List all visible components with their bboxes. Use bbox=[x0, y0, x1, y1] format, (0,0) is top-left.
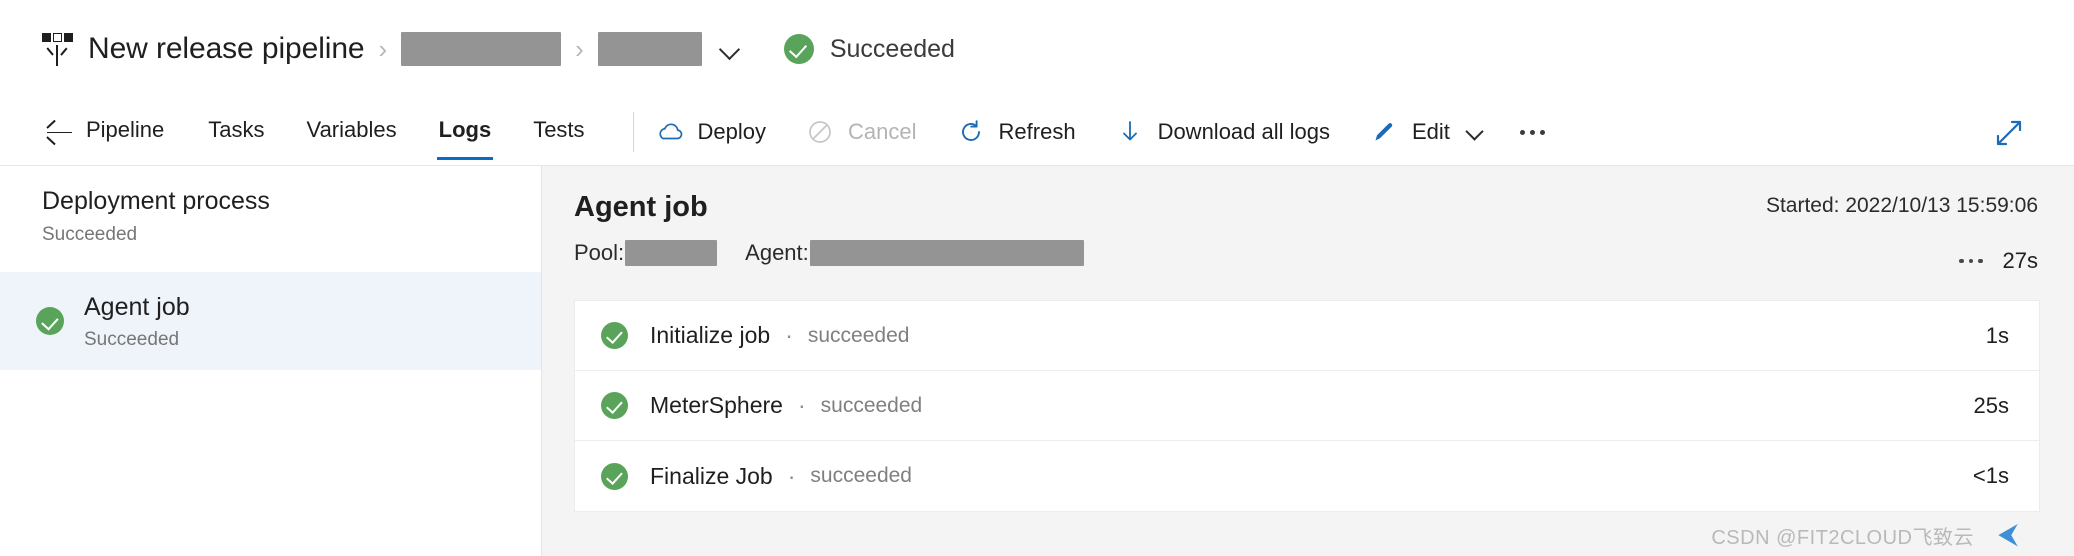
started-timestamp: Started: 2022/10/13 15:59:06 bbox=[1765, 194, 2038, 217]
tab-tasks[interactable]: Tasks bbox=[208, 117, 264, 147]
log-step-status: succeeded bbox=[810, 464, 912, 487]
deployment-process-status: Succeeded bbox=[42, 224, 138, 246]
breadcrumb-redacted-release[interactable] bbox=[401, 32, 562, 66]
log-step-separator: · bbox=[785, 322, 793, 348]
page-title: New release pipeline bbox=[88, 32, 365, 65]
check-circle-icon bbox=[36, 307, 64, 336]
logs-sidebar: Deployment process Succeeded Agent job S… bbox=[0, 166, 542, 556]
toolbar: Pipeline Tasks Variables Logs Tests Depl… bbox=[0, 98, 2074, 166]
deploy-button[interactable]: Deploy bbox=[656, 118, 766, 146]
agent-value-redacted bbox=[809, 239, 1084, 266]
log-step-name: Finalize Job bbox=[650, 462, 773, 489]
job-duration: 27s bbox=[2002, 248, 2038, 273]
tab-variables[interactable]: Variables bbox=[307, 117, 397, 147]
cancel-label: Cancel bbox=[848, 119, 917, 144]
tab-logs[interactable]: Logs bbox=[436, 117, 493, 160]
log-step-duration: 1s bbox=[1985, 322, 2009, 348]
log-step-duration: 25s bbox=[1973, 392, 2009, 418]
pool-label: Pool: bbox=[574, 239, 625, 265]
more-horizontal-icon[interactable] bbox=[1519, 129, 1545, 135]
log-step-duration: <1s bbox=[1972, 463, 2009, 488]
more-horizontal-icon[interactable] bbox=[1959, 258, 1983, 264]
check-circle-icon bbox=[601, 322, 628, 349]
sidebar-item-agent-job[interactable]: Agent job Succeeded bbox=[0, 272, 541, 371]
back-arrow-icon[interactable] bbox=[46, 119, 74, 146]
chevron-down-icon[interactable] bbox=[718, 37, 742, 61]
log-step-status: succeeded bbox=[807, 323, 910, 347]
watermark-text: CSDN @FIT2CLOUD飞致云 bbox=[1711, 527, 1974, 549]
breadcrumb-separator-1: › bbox=[378, 34, 388, 64]
release-pipeline-logs-page: New release pipeline › › Succeeded Pipel… bbox=[0, 0, 2074, 556]
job-meta-row: Pool: Agent: bbox=[574, 239, 2040, 266]
table-row[interactable]: MeterSphere · succeeded 25s bbox=[575, 371, 2039, 441]
agent-label: Agent: bbox=[745, 239, 809, 265]
download-icon bbox=[1122, 121, 1137, 141]
edit-chevron-down-icon[interactable] bbox=[1464, 121, 1486, 143]
refresh-button[interactable]: Refresh bbox=[957, 118, 1076, 146]
cloud-icon bbox=[658, 123, 682, 140]
tab-tests[interactable]: Tests bbox=[533, 117, 584, 147]
check-circle-icon bbox=[601, 392, 628, 419]
header-status: Succeeded bbox=[783, 34, 955, 64]
log-step-list: Initialize job · succeeded 1s MeterSpher… bbox=[574, 300, 2040, 512]
refresh-icon bbox=[961, 120, 980, 141]
breadcrumb-redacted-stage[interactable] bbox=[597, 32, 702, 66]
deploy-label: Deploy bbox=[697, 119, 767, 144]
log-step-name: Initialize job bbox=[650, 322, 771, 348]
sidebar-item-status: Succeeded bbox=[84, 328, 180, 350]
release-pipeline-icon bbox=[40, 29, 74, 69]
download-all-logs-label: Download all logs bbox=[1157, 119, 1330, 144]
deployment-process-title: Deployment process bbox=[42, 187, 270, 215]
job-duration-row: 27s bbox=[1959, 248, 2038, 274]
download-all-logs-button[interactable]: Download all logs bbox=[1116, 118, 1330, 146]
status-badge: Succeeded bbox=[829, 34, 955, 63]
refresh-label: Refresh bbox=[998, 119, 1076, 144]
check-circle-icon bbox=[783, 34, 814, 64]
pool-value-redacted bbox=[625, 239, 718, 266]
page-header: New release pipeline › › Succeeded bbox=[0, 0, 2074, 98]
log-step-separator: · bbox=[797, 392, 806, 418]
cancel-button[interactable]: Cancel bbox=[806, 118, 917, 146]
job-summary-header: Agent job Pool: Agent: Started: 2022/10/… bbox=[574, 191, 2040, 288]
sidebar-item-label: Agent job bbox=[84, 292, 190, 321]
cancel-circle-icon bbox=[809, 121, 831, 143]
table-row[interactable]: Initialize job · succeeded 1s bbox=[575, 301, 2039, 371]
tab-pipeline[interactable]: Pipeline bbox=[86, 117, 164, 147]
edit-label: Edit bbox=[1412, 119, 1450, 144]
expand-diagonal-icon[interactable] bbox=[1992, 116, 2026, 150]
log-step-separator: · bbox=[787, 462, 796, 489]
watermark-arrow-icon: ⮜ bbox=[1998, 518, 2018, 549]
deployment-process-header: Deployment process Succeeded bbox=[0, 186, 541, 246]
log-step-name: MeterSphere bbox=[650, 392, 783, 418]
sidebar-item-text: Agent job Succeeded bbox=[84, 292, 190, 351]
breadcrumb-separator-2: › bbox=[575, 34, 584, 64]
table-row[interactable]: Finalize Job · succeeded <1s bbox=[575, 441, 2039, 511]
logs-main-panel: Agent job Pool: Agent: Started: 2022/10/… bbox=[542, 166, 2074, 556]
toolbar-divider bbox=[632, 112, 634, 152]
page-body: Deployment process Succeeded Agent job S… bbox=[0, 166, 2074, 556]
pencil-icon bbox=[1375, 123, 1393, 141]
log-step-status: succeeded bbox=[820, 393, 923, 417]
edit-button[interactable]: Edit bbox=[1370, 118, 1450, 146]
check-circle-icon bbox=[601, 462, 628, 490]
